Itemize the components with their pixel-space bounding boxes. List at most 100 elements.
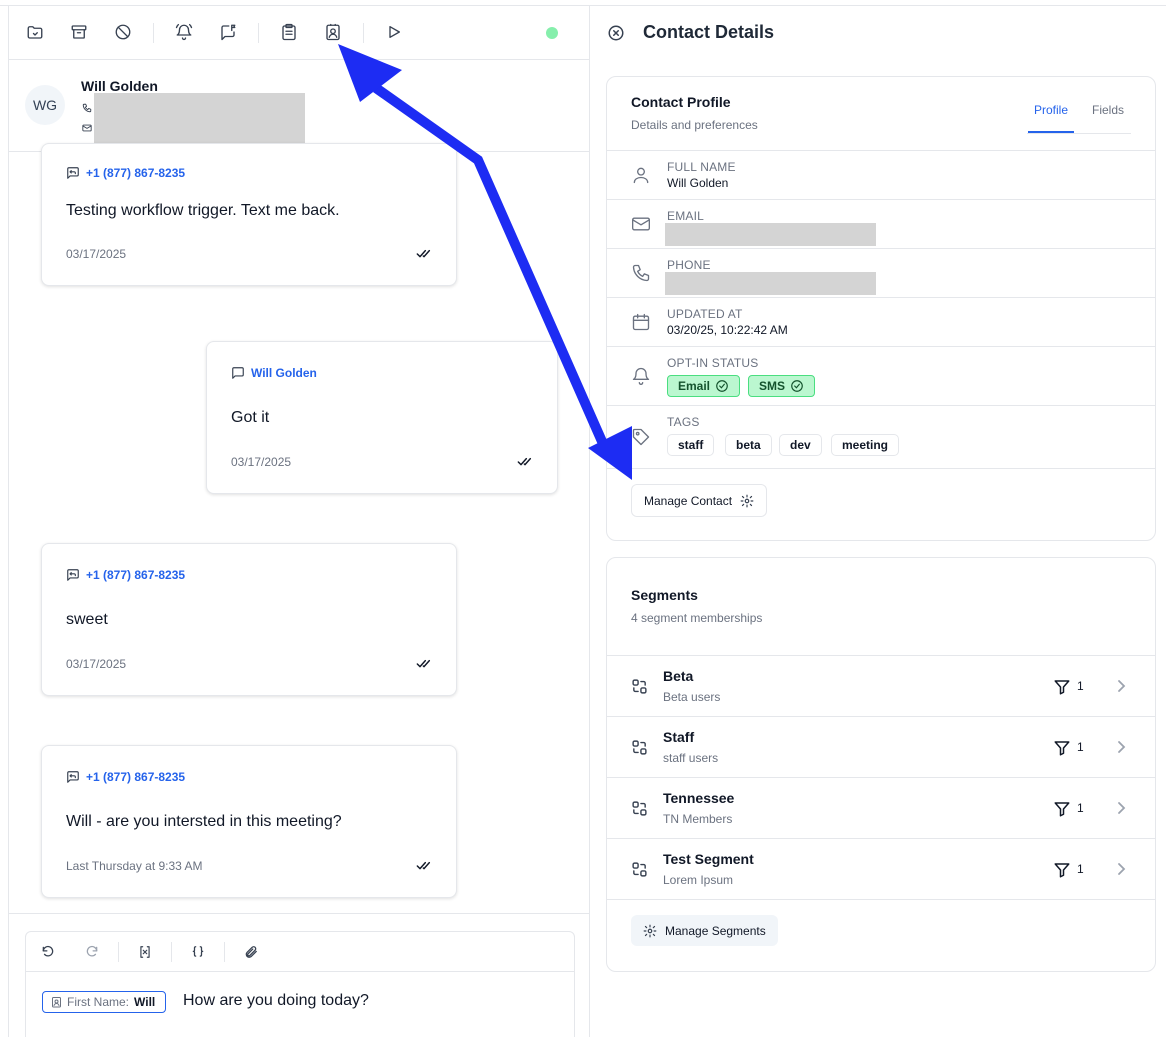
filter-icon — [1054, 802, 1070, 817]
email-row: EMAIL — [607, 199, 1155, 248]
sender-label[interactable]: +1 (877) 867-8235 — [86, 770, 185, 784]
phone-row: PHONE — [607, 248, 1155, 297]
double-check-icon — [517, 457, 532, 466]
contact-name: Will Golden — [81, 78, 158, 94]
redacted-phone — [665, 272, 876, 295]
message-date: 03/17/2025 — [231, 455, 292, 469]
check-circle-icon — [716, 380, 728, 392]
mail-icon — [82, 124, 92, 132]
block-icon[interactable] — [113, 22, 133, 42]
tab-fields[interactable]: Fields — [1092, 103, 1124, 133]
avatar[interactable]: WG — [25, 85, 65, 125]
play-icon[interactable] — [384, 22, 404, 42]
segment-description: staff users — [663, 751, 719, 765]
sender-label[interactable]: Will Golden — [251, 366, 317, 380]
updated-at-row: UPDATED AT 03/20/25, 10:22:42 AM — [607, 297, 1155, 346]
message-sender: Will Golden — [231, 366, 317, 380]
phone-icon — [82, 103, 92, 113]
filter-icon — [1054, 741, 1070, 756]
manage-contact-button[interactable]: Manage Contact — [631, 484, 768, 517]
tag-chip[interactable]: staff — [667, 434, 715, 456]
segment-name: Staff — [663, 729, 695, 745]
segment-icon — [632, 740, 647, 755]
message-flag-icon[interactable] — [218, 22, 238, 42]
tag-chip[interactable]: dev — [779, 434, 822, 456]
segment-row[interactable]: Test Segment Lorem Ipsum 1 — [607, 838, 1155, 899]
tags-label: TAGS — [667, 415, 700, 429]
message-composer[interactable]: First Name: Will How are you doing today… — [25, 931, 575, 1037]
close-icon[interactable] — [607, 24, 625, 42]
toolbar-divider — [363, 23, 364, 43]
undo-icon[interactable] — [40, 944, 56, 960]
sender-label[interactable]: +1 (877) 867-8235 — [86, 166, 185, 180]
segment-name: Tennessee — [663, 790, 735, 806]
message-text: Got it — [231, 409, 270, 426]
card-subtitle: 4 segment memberships — [631, 611, 763, 625]
chevron-right-icon — [1118, 741, 1126, 753]
folder-check-icon[interactable] — [25, 22, 45, 42]
tag-icon — [632, 428, 650, 446]
sender-label[interactable]: +1 (877) 867-8235 — [86, 568, 185, 582]
chevron-right-icon — [1118, 802, 1126, 814]
message-text: Testing workflow trigger. Text me back. — [66, 202, 340, 219]
clipboard-icon[interactable] — [279, 22, 299, 42]
full-name-value: Will Golden — [667, 176, 729, 190]
message-sender: +1 (877) 867-8235 — [66, 166, 185, 180]
first-name-variable-chip[interactable]: First Name: Will — [42, 991, 167, 1013]
message-text: Will - are you intersted in this meeting… — [66, 813, 342, 830]
divider — [607, 899, 1155, 900]
chip-value: Will — [134, 995, 156, 1009]
segment-row[interactable]: Staff staff users 1 — [607, 716, 1155, 777]
variable-icon[interactable] — [137, 944, 153, 960]
chevron-right-icon — [1118, 863, 1126, 875]
segment-row[interactable]: Tennessee TN Members 1 — [607, 777, 1155, 838]
braces-icon[interactable] — [190, 944, 206, 960]
user-icon — [633, 167, 649, 184]
tag-chip[interactable]: beta — [725, 434, 772, 456]
tab-profile[interactable]: Profile — [1028, 103, 1074, 133]
panel-title: Contact Details — [643, 22, 775, 42]
divider — [607, 468, 1155, 469]
toolbar-divider — [224, 942, 225, 962]
optin-email-badge: Email — [667, 375, 741, 397]
segment-count: 1 — [1077, 801, 1084, 815]
full-name-row: FULL NAME Will Golden — [607, 150, 1155, 199]
phone-icon — [632, 264, 650, 282]
double-check-icon — [416, 861, 431, 870]
manage-segments-label: Manage Segments — [665, 923, 766, 938]
segment-description: Beta users — [663, 690, 721, 704]
composer-text[interactable]: How are you doing today? — [183, 992, 369, 1010]
email-label: EMAIL — [667, 209, 705, 223]
redacted-email — [665, 223, 876, 246]
segment-icon — [632, 801, 647, 816]
message-sender: +1 (877) 867-8235 — [66, 568, 185, 582]
online-status-dot — [546, 27, 558, 39]
toolbar-divider — [171, 942, 172, 962]
bell-ring-icon[interactable] — [174, 22, 194, 42]
contact-profile-card: Contact Profile Details and preferences … — [606, 76, 1156, 541]
contact-card-icon[interactable] — [323, 22, 343, 42]
bell-icon — [632, 367, 650, 385]
paperclip-icon[interactable] — [243, 944, 259, 960]
tags-row: TAGS staff beta dev meeting — [607, 405, 1155, 468]
tag-chip[interactable]: meeting — [831, 434, 900, 456]
double-check-icon — [416, 659, 431, 668]
optin-email-text: Email — [678, 379, 711, 393]
segment-row[interactable]: Beta Beta users 1 — [607, 655, 1155, 716]
toolbar-divider — [118, 942, 119, 962]
redo-icon[interactable] — [84, 944, 100, 960]
toolbar-divider — [258, 23, 259, 43]
message-card: +1 (877) 867-8235 Will - are you interst… — [41, 745, 457, 898]
conversation-contact-header: WG Will Golden — [9, 60, 589, 152]
reply-message-icon — [67, 167, 79, 179]
manage-segments-button[interactable]: Manage Segments — [631, 915, 778, 946]
conversation-panel: WG Will Golden +1 (877) 867-8235 Testing… — [8, 6, 590, 1037]
tabs-underline-track — [1027, 133, 1131, 134]
gear-icon — [740, 494, 754, 507]
segment-icon — [632, 862, 647, 877]
segment-description: TN Members — [663, 812, 733, 826]
card-subtitle: Details and preferences — [631, 118, 758, 132]
full-name-label: FULL NAME — [667, 160, 736, 174]
archive-icon[interactable] — [69, 22, 89, 42]
message-sender: +1 (877) 867-8235 — [66, 770, 185, 784]
